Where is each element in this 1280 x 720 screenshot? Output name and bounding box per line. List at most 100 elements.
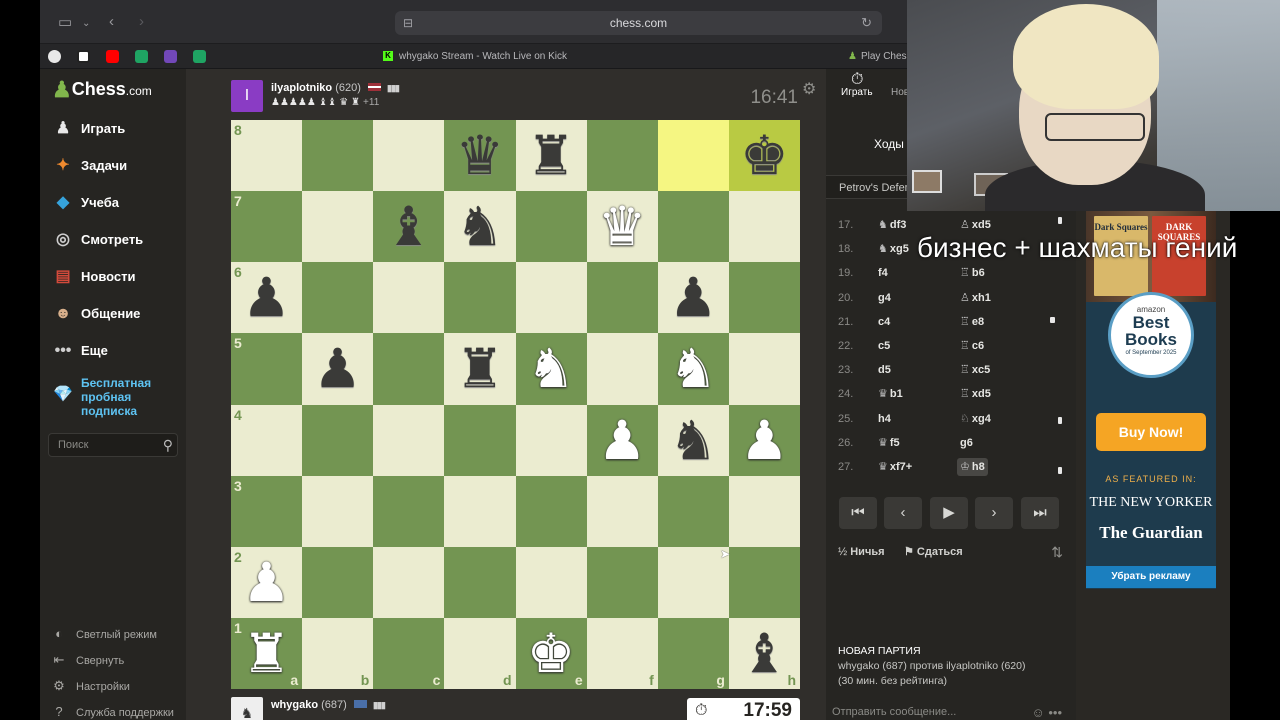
- square-h8[interactable]: ♚: [728, 120, 800, 192]
- square-d8[interactable]: ♛: [444, 120, 516, 192]
- black-piece-c7[interactable]: ♝: [373, 191, 444, 262]
- black-move[interactable]: ♖ b6: [957, 261, 988, 285]
- square-a3[interactable]: 3: [231, 475, 303, 547]
- collapse-button[interactable]: ⇤ Свернуть: [50, 651, 190, 669]
- square-h5[interactable]: [728, 333, 800, 405]
- search-input[interactable]: Поиск ⚲: [48, 433, 178, 457]
- square-c6[interactable]: [373, 262, 445, 334]
- white-move[interactable]: ♛ xf7+: [878, 455, 912, 479]
- square-h3[interactable]: [728, 475, 800, 547]
- white-move[interactable]: ♛ b1: [878, 382, 903, 406]
- reload-icon[interactable]: ↻: [861, 11, 872, 35]
- white-piece-h4[interactable]: ♟: [729, 405, 800, 476]
- white-piece-f4[interactable]: ♟: [587, 405, 658, 476]
- white-move[interactable]: c5: [878, 334, 890, 358]
- white-piece-e5[interactable]: ♞: [516, 333, 587, 404]
- square-e5[interactable]: ♞: [515, 333, 587, 405]
- square-e6[interactable]: [515, 262, 587, 334]
- support-link[interactable]: ? Служба поддержки: [50, 703, 190, 720]
- square-a2[interactable]: 2 ♟: [231, 546, 303, 618]
- back-icon[interactable]: ‹: [109, 14, 114, 30]
- gear-icon[interactable]: ⚙: [802, 79, 816, 99]
- square-f4[interactable]: ♟: [586, 404, 658, 476]
- square-h4[interactable]: ♟: [728, 404, 800, 476]
- address-bar[interactable]: ⊟ chess.com ↻: [395, 11, 882, 35]
- black-move[interactable]: g6: [957, 431, 976, 455]
- square-g6[interactable]: ♟: [657, 262, 729, 334]
- black-move[interactable]: ♖ xc5: [957, 358, 993, 382]
- search-icon[interactable]: ⚲: [163, 434, 173, 456]
- black-move[interactable]: ♘ xg4: [957, 407, 994, 431]
- chatgpt-icon[interactable]: [48, 50, 61, 63]
- advertisement[interactable]: Dark Squares DARK SQUARES amazon Best Bo…: [1086, 210, 1216, 589]
- white-piece-f7[interactable]: ♛: [587, 191, 658, 262]
- tab-play-chess[interactable]: ♟ Play Chess: [848, 44, 912, 69]
- player-name[interactable]: whygako: [271, 699, 318, 711]
- white-piece-e1[interactable]: ♚: [516, 618, 587, 689]
- square-a7[interactable]: 7: [231, 191, 303, 263]
- white-piece-a2[interactable]: ♟: [231, 547, 302, 618]
- square-g1[interactable]: g: [657, 617, 729, 689]
- black-piece-d8[interactable]: ♛: [444, 120, 515, 191]
- black-piece-b5[interactable]: ♟: [302, 333, 373, 404]
- black-piece-e8[interactable]: ♜: [516, 120, 587, 191]
- notion-icon[interactable]: [77, 50, 90, 63]
- white-move[interactable]: c4: [878, 310, 890, 334]
- square-c1[interactable]: c: [373, 617, 445, 689]
- square-c2[interactable]: [373, 546, 445, 618]
- square-b4[interactable]: [302, 404, 374, 476]
- white-move[interactable]: ♞ xg5: [878, 237, 909, 261]
- square-c7[interactable]: ♝: [373, 191, 445, 263]
- sidebar-item-news[interactable]: ▤ Новости: [52, 265, 182, 289]
- flip-board-icon[interactable]: ⇅: [1051, 543, 1063, 561]
- square-c5[interactable]: [373, 333, 445, 405]
- square-h2[interactable]: [728, 546, 800, 618]
- square-e1[interactable]: e ♚: [515, 617, 587, 689]
- tab-play[interactable]: ⏱ Играть: [841, 71, 873, 98]
- square-b6[interactable]: [302, 262, 374, 334]
- forward-icon[interactable]: ›: [139, 14, 144, 30]
- chess-logo[interactable]: ♟Chess.com: [52, 77, 152, 103]
- square-g5[interactable]: ♞: [657, 333, 729, 405]
- square-e3[interactable]: [515, 475, 587, 547]
- square-g7[interactable]: [657, 191, 729, 263]
- avatar[interactable]: I: [231, 80, 263, 112]
- square-b2[interactable]: [302, 546, 374, 618]
- settings-link[interactable]: ⚙ Настройки: [50, 677, 190, 695]
- square-c8[interactable]: [373, 120, 445, 192]
- square-d4[interactable]: [444, 404, 516, 476]
- black-move[interactable]: ♖ e8: [957, 310, 987, 334]
- square-d2[interactable]: [444, 546, 516, 618]
- resign-button[interactable]: ⚑ Сдаться: [904, 543, 963, 561]
- black-piece-d5[interactable]: ♜: [444, 333, 515, 404]
- square-f8[interactable]: [586, 120, 658, 192]
- square-g4[interactable]: ♞: [657, 404, 729, 476]
- square-a8[interactable]: 8: [231, 120, 303, 192]
- square-b7[interactable]: [302, 191, 374, 263]
- black-move[interactable]: ♖ xd5: [957, 382, 994, 406]
- square-b1[interactable]: b: [302, 617, 374, 689]
- square-e7[interactable]: [515, 191, 587, 263]
- sidebar-item-puzzles[interactable]: ✦ Задачи: [52, 154, 182, 178]
- sheets-icon[interactable]: [193, 50, 206, 63]
- square-f3[interactable]: [586, 475, 658, 547]
- emoji-icon[interactable]: ☺ •••: [1031, 705, 1062, 720]
- draw-button[interactable]: ½ Ничья: [838, 543, 885, 561]
- remove-ads-button[interactable]: Убрать рекламу: [1086, 566, 1216, 588]
- chat-input[interactable]: Отправить сообщение... ☺ •••: [826, 705, 1076, 720]
- white-move[interactable]: h4: [878, 407, 891, 431]
- white-move[interactable]: d5: [878, 358, 891, 382]
- black-piece-a6[interactable]: ♟: [231, 262, 302, 333]
- sheets-icon[interactable]: [135, 50, 148, 63]
- square-a6[interactable]: 6 ♟: [231, 262, 303, 334]
- black-piece-d7[interactable]: ♞: [444, 191, 515, 262]
- black-piece-h1[interactable]: ♝: [729, 618, 800, 689]
- square-e4[interactable]: [515, 404, 587, 476]
- white-move[interactable]: ♛ f5: [878, 431, 900, 455]
- square-d3[interactable]: [444, 475, 516, 547]
- white-move[interactable]: g4: [878, 286, 891, 310]
- black-move[interactable]: ♖ c6: [957, 334, 987, 358]
- square-f1[interactable]: f: [586, 617, 658, 689]
- black-piece-h8[interactable]: ♚: [729, 120, 800, 191]
- first-move-button[interactable]: ⏮: [839, 497, 877, 529]
